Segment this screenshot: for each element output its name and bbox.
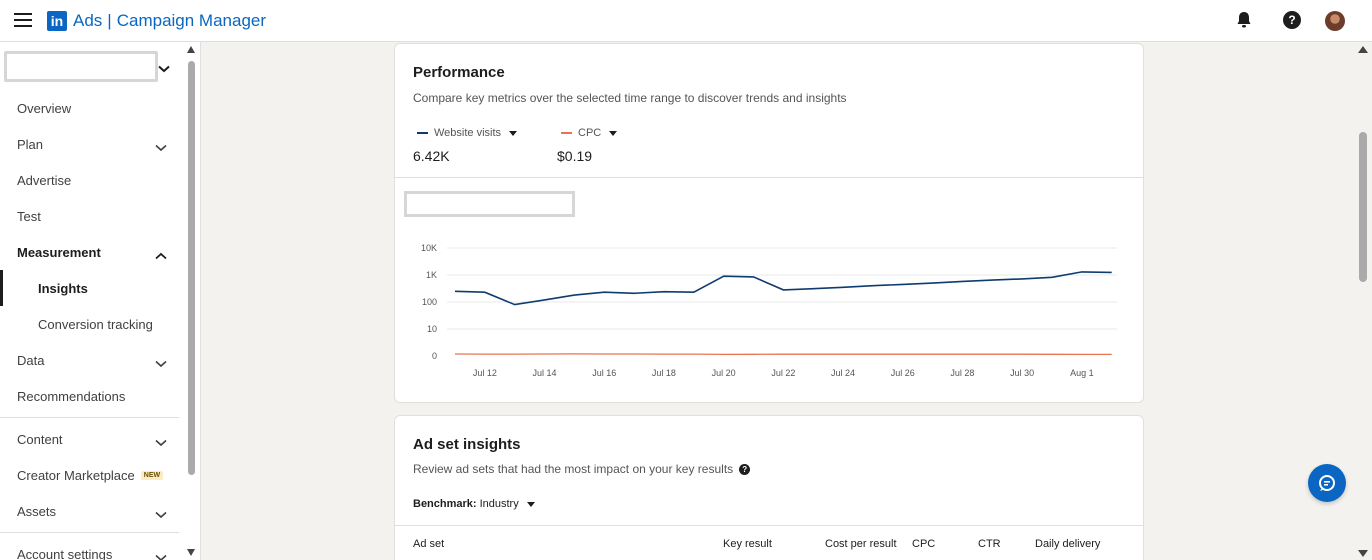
x-tick-label: Jul 16: [592, 368, 616, 378]
series-line-cpc: [454, 353, 1112, 356]
x-tick-label: Jul 26: [891, 368, 915, 378]
performance-line-chart: 10K1K100100Jul 12 Jul 14 Jul 16 Jul 18 Jul 2…: [421, 243, 1117, 378]
benchmark-label: Benchmark:: [413, 498, 477, 510]
chevron-down-icon: [155, 506, 167, 524]
adset-subtitle-text: Review ad sets that had the most impact …: [413, 462, 734, 476]
column-header-ad-set[interactable]: Ad set: [413, 538, 444, 550]
sidebar-item-account-settings[interactable]: Account settings: [0, 536, 180, 560]
sidebar-item-assets[interactable]: Assets: [0, 493, 180, 529]
card-divider: [395, 177, 1143, 178]
brand-separator: |: [107, 11, 112, 30]
chevron-down-icon: [155, 355, 167, 373]
brand-ads: Ads: [73, 11, 103, 30]
scrollbar-thumb[interactable]: [188, 61, 195, 475]
chat-button[interactable]: [1308, 464, 1346, 502]
y-tick-label: 100: [422, 297, 437, 307]
performance-card: Performance Compare key metrics over the…: [394, 43, 1144, 403]
sidebar-item-data[interactable]: Data: [0, 342, 180, 378]
metric-name: CPC: [578, 127, 602, 139]
column-header-ctr[interactable]: CTR: [978, 538, 1001, 550]
sidebar-scrollbar[interactable]: [186, 46, 196, 558]
sidebar-item-content[interactable]: Content: [0, 421, 180, 457]
linkedin-logo: in: [47, 11, 67, 31]
caret-down-icon: [509, 130, 518, 136]
sidebar-divider: [0, 532, 179, 533]
date-range-selector[interactable]: [404, 191, 575, 217]
x-tick-label: Jul 28: [950, 368, 974, 378]
notifications-bell-icon[interactable]: [1235, 11, 1255, 31]
y-tick-label: 1K: [426, 270, 437, 280]
sidebar-item-overview[interactable]: Overview: [0, 90, 180, 126]
benchmark-dropdown[interactable]: Benchmark: Industry: [413, 498, 535, 510]
x-tick-label: Aug 1: [1070, 368, 1094, 378]
caret-down-icon: [609, 130, 618, 136]
x-tick-label: Jul 30: [1010, 368, 1034, 378]
sidebar-divider: [0, 417, 179, 418]
new-badge: NEW: [140, 470, 164, 480]
scrollbar-thumb[interactable]: [1359, 132, 1367, 282]
help-icon[interactable]: ?: [739, 464, 751, 476]
series-color-swatch: [417, 132, 428, 134]
brand-product: Campaign Manager: [116, 11, 267, 30]
avatar[interactable]: [1325, 11, 1345, 31]
x-tick-label: Jul 14: [533, 368, 557, 378]
performance-subtitle: Compare key metrics over the selected ti…: [413, 91, 847, 105]
chevron-down-icon: [155, 549, 167, 560]
help-icon[interactable]: ?: [1283, 11, 1303, 31]
sidebar-item-test[interactable]: Test: [0, 198, 180, 234]
chat-icon: [1319, 475, 1335, 491]
sidebar-item-creator-marketplace[interactable]: Creator Marketplace NEW: [0, 457, 180, 493]
top-bar: in Ads | Campaign Manager ?: [0, 0, 1372, 42]
x-tick-label: Jul 18: [652, 368, 676, 378]
x-tick-label: Jul 20: [712, 368, 736, 378]
column-header-key-result[interactable]: Key result: [723, 538, 772, 550]
adset-title: Ad set insights: [413, 436, 521, 453]
column-header-cost-per-result[interactable]: Cost per result: [825, 538, 897, 550]
adset-insights-card: Ad set insights Review ad sets that had …: [394, 415, 1144, 560]
sidebar-item-recommendations[interactable]: Recommendations: [0, 378, 180, 414]
table-divider: [395, 525, 1143, 526]
benchmark-value: Industry: [479, 498, 519, 510]
adset-subtitle: Review ad sets that had the most impact …: [413, 462, 751, 476]
metric-value-cpc: $0.19: [557, 148, 593, 164]
sidebar-item-advertise[interactable]: Advertise: [0, 162, 180, 198]
main-scrollbar[interactable]: [1353, 42, 1372, 560]
y-tick-label: 10K: [421, 243, 437, 253]
metric-selector-website-visits[interactable]: Website visits: [417, 127, 518, 139]
chevron-down-icon: [155, 139, 167, 157]
x-tick-label: Jul 12: [473, 368, 497, 378]
metric-selector-cpc[interactable]: CPC: [561, 127, 618, 139]
y-tick-label: 0: [432, 351, 437, 361]
menu-icon[interactable]: [14, 13, 32, 27]
column-header-daily-delivery[interactable]: Daily delivery: [1035, 538, 1100, 550]
metric-name: Website visits: [434, 127, 502, 139]
sidebar-item-plan[interactable]: Plan: [0, 126, 180, 162]
x-tick-label: Jul 24: [831, 368, 855, 378]
scroll-down-arrow-icon[interactable]: [1358, 550, 1368, 557]
chevron-down-icon: [155, 434, 167, 452]
x-tick-label: Jul 22: [771, 368, 795, 378]
sidebar-item-measurement[interactable]: Measurement: [0, 234, 180, 270]
y-tick-label: 10: [427, 324, 437, 334]
scroll-up-arrow-icon[interactable]: [187, 46, 195, 53]
account-selector[interactable]: [4, 51, 158, 82]
caret-down-icon: [526, 501, 535, 507]
scroll-up-arrow-icon[interactable]: [1358, 46, 1368, 53]
series-color-swatch: [561, 132, 572, 134]
chevron-up-icon: [155, 247, 167, 265]
sidebar-item-insights[interactable]: Insights: [0, 270, 180, 306]
series-line-website-visits: [454, 271, 1112, 306]
performance-title: Performance: [413, 64, 505, 81]
sidebar: Overview Plan Advertise Test Measurement…: [0, 42, 201, 560]
scroll-down-arrow-icon[interactable]: [187, 549, 195, 556]
brand-logo[interactable]: in Ads | Campaign Manager: [47, 11, 266, 31]
chevron-down-icon[interactable]: [158, 60, 170, 78]
sidebar-item-conversion-tracking[interactable]: Conversion tracking: [0, 306, 180, 342]
metric-value-website-visits: 6.42K: [413, 148, 450, 164]
column-header-cpc[interactable]: CPC: [912, 538, 935, 550]
